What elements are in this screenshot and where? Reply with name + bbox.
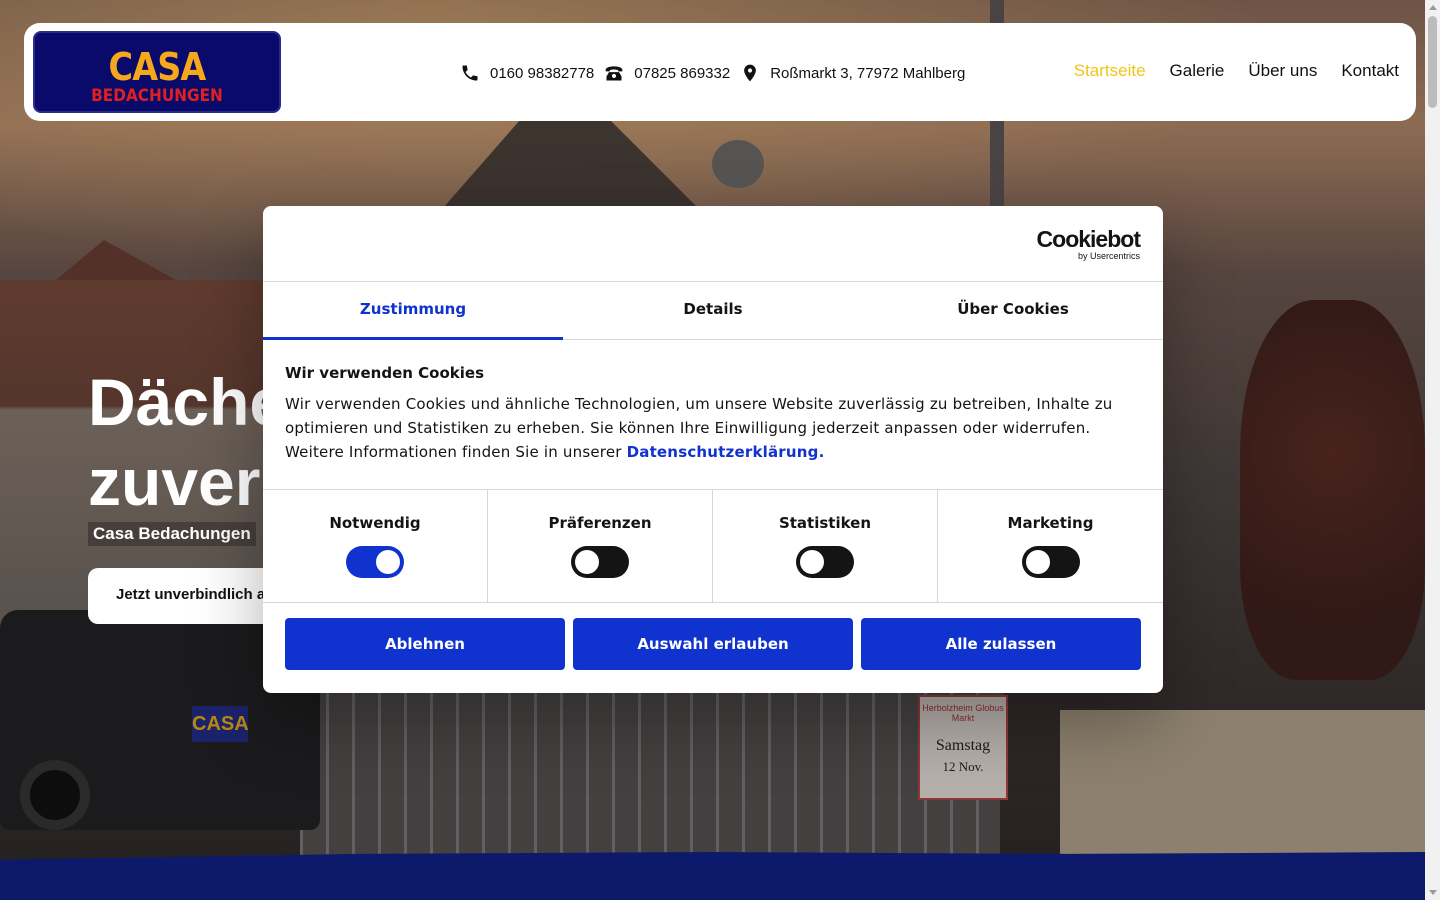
tab-zustimmung[interactable]: Zustimmung xyxy=(263,282,563,340)
main-nav: Startseite Galerie Über uns Kontakt xyxy=(1050,61,1399,81)
landline-phone-icon xyxy=(605,66,623,81)
nav-ueber-uns[interactable]: Über uns xyxy=(1248,61,1317,81)
toggle-praeferenzen-label: Präferenzen xyxy=(548,514,652,532)
toggle-notwendig: Notwendig xyxy=(263,490,488,602)
header-contacts: 0160 98382778 07825 869332 Roßmarkt 3, 7… xyxy=(460,61,975,85)
switch-knob xyxy=(376,550,400,574)
toggle-statistiken-label: Statistiken xyxy=(778,514,872,532)
allow-all-button[interactable]: Alle zulassen xyxy=(861,618,1141,670)
cookiebot-logo-byline: by Usercentrics xyxy=(1077,251,1140,261)
allow-selection-button[interactable]: Auswahl erlauben xyxy=(573,618,853,670)
contact-address[interactable]: Roßmarkt 3, 77972 Mahlberg xyxy=(740,63,965,83)
site-header: CASA BEDACHUNGEN 0160 98382778 07825 869… xyxy=(24,23,1416,121)
toggle-marketing-switch[interactable] xyxy=(1021,546,1080,578)
tab-ueber-cookies[interactable]: Über Cookies xyxy=(863,282,1163,339)
switch-knob xyxy=(800,550,824,574)
logo-text-bottom: BEDACHUNGEN xyxy=(91,86,223,106)
cookie-dialog-buttons: Ablehnen Auswahl erlauben Alle zulassen xyxy=(263,603,1163,670)
scroll-down-arrow-icon[interactable] xyxy=(1429,890,1437,895)
switch-knob xyxy=(575,550,599,574)
decline-button[interactable]: Ablehnen xyxy=(285,618,565,670)
toggle-marketing: Marketing xyxy=(938,490,1163,602)
switch-knob xyxy=(1025,550,1050,574)
location-pin-icon xyxy=(744,64,757,82)
cookiebot-logo-name: Cookiebot xyxy=(1036,226,1141,252)
contact-mobile-text: 0160 98382778 xyxy=(490,64,595,82)
toggle-statistiken-switch[interactable] xyxy=(796,546,854,578)
cookie-dialog-title: Wir verwenden Cookies xyxy=(285,364,485,382)
cookie-consent-dialog: Cookiebot by Usercentrics Zustimmung Det… xyxy=(263,206,1163,693)
hero-subtitle: Casa Bedachungen xyxy=(88,522,256,546)
section-wave xyxy=(0,852,1425,900)
privacy-policy-link[interactable]: Datenschutzerklärung. xyxy=(627,443,825,461)
toggle-praeferenzen-switch[interactable] xyxy=(571,546,629,578)
nav-kontakt[interactable]: Kontakt xyxy=(1341,61,1399,81)
contact-landline-text: 07825 869332 xyxy=(634,64,731,82)
scrollbar-thumb[interactable] xyxy=(1428,16,1437,108)
toggle-marketing-label: Marketing xyxy=(1007,514,1094,532)
toggle-statistiken: Statistiken xyxy=(713,490,938,602)
cookie-dialog-tabs: Zustimmung Details Über Cookies xyxy=(263,282,1163,340)
page-scrollbar[interactable] xyxy=(1425,0,1440,900)
cookie-dialog-body: Wir verwenden Cookies Wir verwenden Cook… xyxy=(263,340,1163,490)
scroll-up-arrow-icon[interactable] xyxy=(1429,5,1437,10)
cookie-dialog-header: Cookiebot by Usercentrics xyxy=(263,206,1163,282)
toggle-notwendig-label: Notwendig xyxy=(329,514,421,532)
logo-text-top: CASA xyxy=(108,45,207,89)
contact-address-text: Roßmarkt 3, 77972 Mahlberg xyxy=(770,64,966,82)
tab-details[interactable]: Details xyxy=(563,282,863,339)
toggle-praeferenzen: Präferenzen xyxy=(488,490,713,602)
cookiebot-logo[interactable]: Cookiebot by Usercentrics xyxy=(1036,226,1141,261)
phone-icon xyxy=(462,65,478,81)
nav-startseite[interactable]: Startseite xyxy=(1074,61,1146,81)
cookie-category-toggles: Notwendig Präferenzen Statistiken Market… xyxy=(263,490,1163,603)
nav-galerie[interactable]: Galerie xyxy=(1170,61,1225,81)
cookie-dialog-text: Wir verwenden Cookies und ähnliche Techn… xyxy=(285,392,1141,464)
toggle-notwendig-switch[interactable] xyxy=(346,546,404,578)
site-logo[interactable]: CASA BEDACHUNGEN xyxy=(33,31,281,113)
contact-landline[interactable]: 07825 869332 xyxy=(604,63,730,83)
contact-mobile[interactable]: 0160 98382778 xyxy=(460,63,594,83)
